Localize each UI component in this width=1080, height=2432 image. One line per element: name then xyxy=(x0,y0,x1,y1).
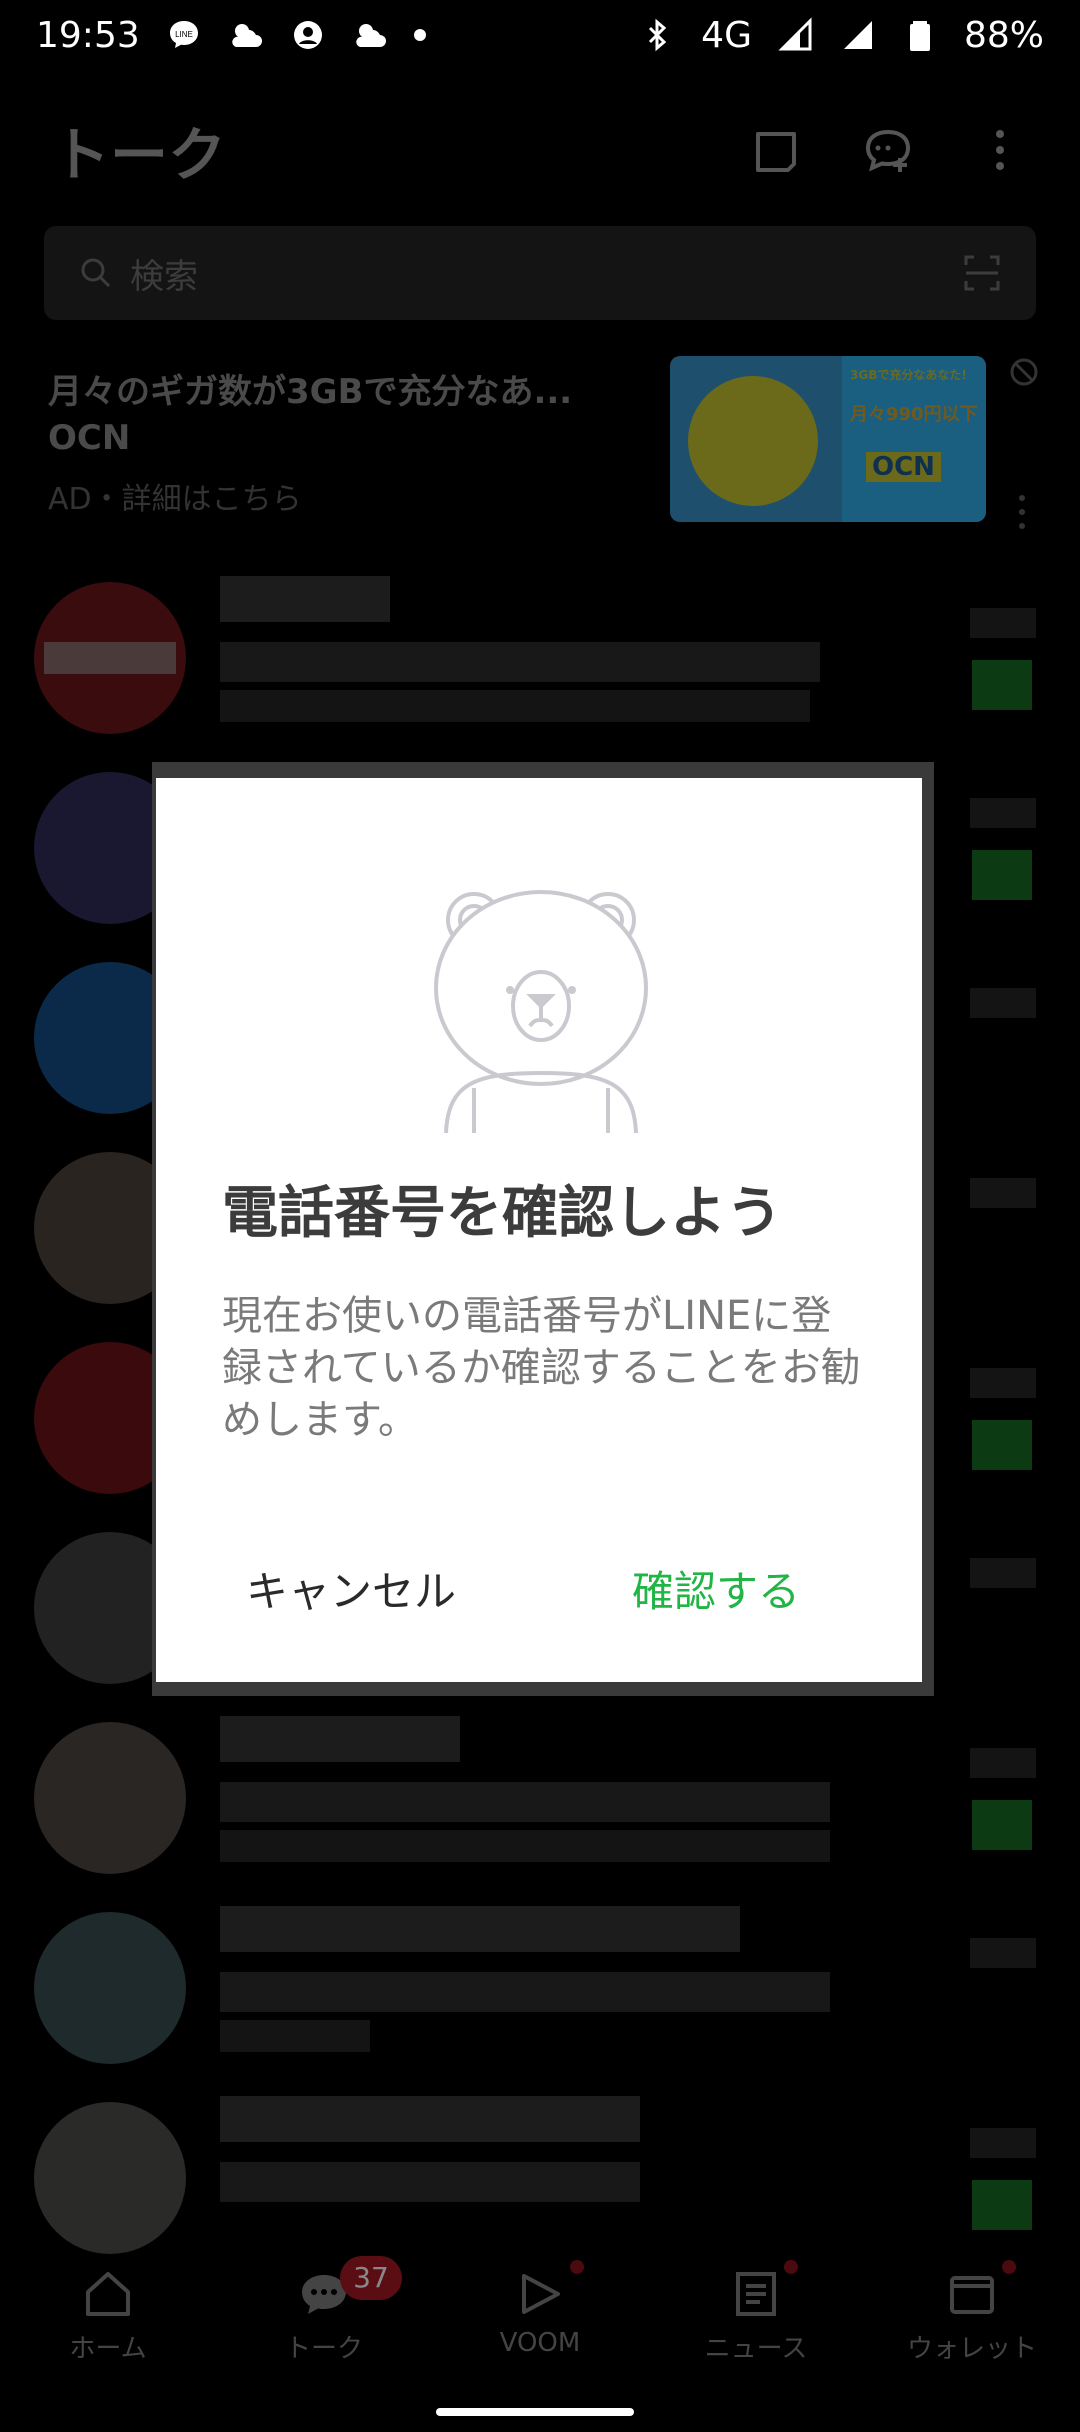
new-chat-icon[interactable] xyxy=(860,122,916,178)
ad-advertiser: OCN xyxy=(48,418,131,458)
unread-badge xyxy=(972,850,1032,900)
bluetooth-icon xyxy=(649,18,667,52)
nav-home-label: ホーム xyxy=(69,2334,147,2364)
dialog-body: 現在お使いの電話番号がLINEに登録されているか確認することをお勧めします。 xyxy=(222,1293,861,1443)
brown-bear-illustration xyxy=(434,890,648,1133)
line-app-icon: LINE xyxy=(169,21,198,48)
nav-wallet-label: ウォレット xyxy=(906,2334,1037,2364)
unread-badge xyxy=(972,2180,1032,2230)
wallet-icon xyxy=(950,2276,994,2314)
chat-time-blurred xyxy=(970,1558,1036,1588)
avatar xyxy=(34,582,186,734)
chat-row[interactable] xyxy=(0,1890,1080,2080)
avatar xyxy=(34,1912,186,2064)
nav-voom-dot xyxy=(570,2260,584,2274)
nav-home[interactable]: ホーム xyxy=(0,2250,216,2380)
battery-level: 88% xyxy=(963,14,1044,56)
unread-count-badge: 37 xyxy=(340,2256,402,2300)
nav-talk[interactable]: トーク 37 xyxy=(216,2250,432,2380)
chat-message-blurred xyxy=(220,1782,830,1822)
unread-badge xyxy=(972,660,1032,710)
header-actions xyxy=(748,122,1028,178)
nav-voom-label: VOOM xyxy=(499,2328,581,2358)
chat-message-blurred xyxy=(220,642,820,682)
weather-cloud-icon xyxy=(232,24,262,47)
nav-news-label: ニュース xyxy=(704,2334,808,2364)
header: トーク xyxy=(0,90,1080,210)
ad-banner-line1: 3GBで充分なあなた! xyxy=(850,368,967,382)
nav-news-dot xyxy=(784,2260,798,2274)
dialog-title: 電話番号を確認しよう xyxy=(222,1181,782,1246)
ad-hide-icon[interactable] xyxy=(1008,356,1040,388)
square-icon[interactable] xyxy=(748,122,804,178)
chat-time-blurred xyxy=(970,988,1036,1018)
chat-message-blurred-2 xyxy=(220,2020,370,2052)
nav-wallet[interactable]: ウォレット xyxy=(864,2250,1080,2380)
chat-name-blurred xyxy=(220,1716,460,1762)
chat-time-blurred xyxy=(970,1748,1036,1778)
home-icon xyxy=(86,2272,130,2316)
status-bar-right: 4G 88% xyxy=(639,15,1044,56)
chat-name-blurred xyxy=(220,1906,740,1952)
chat-time-blurred xyxy=(970,2128,1036,2158)
chat-row[interactable] xyxy=(0,1700,1080,1890)
chat-row[interactable] xyxy=(0,560,1080,750)
more-vert-icon[interactable] xyxy=(972,122,1028,178)
ad-image-circle xyxy=(688,376,818,506)
chat-time-blurred xyxy=(970,1178,1036,1208)
chat-message-blurred-2 xyxy=(220,1830,830,1862)
notification-dot xyxy=(413,29,426,41)
unread-badge xyxy=(972,1800,1032,1850)
phone-verify-dialog: 電話番号を確認しよう 現在お使いの電話番号がLINEに登録されているか確認するこ… xyxy=(156,778,922,1682)
signal-icon xyxy=(778,17,812,51)
nav-news[interactable]: ニュース xyxy=(648,2250,864,2380)
ad-headline: 月々のギガ数が3GBで充分なあ... xyxy=(48,372,573,412)
chat-time-blurred xyxy=(970,1938,1036,1968)
news-icon xyxy=(736,2272,776,2316)
avatar xyxy=(34,1722,186,1874)
svg-text:LINE: LINE xyxy=(175,30,193,39)
ad-banner-price: 月々990円以下 xyxy=(850,404,978,425)
search-bar[interactable]: 検索 xyxy=(44,226,1036,320)
chat-message-blurred xyxy=(220,1972,830,2012)
page-title: トーク xyxy=(52,121,227,189)
chat-name-blurred xyxy=(220,576,390,622)
chat-time-blurred xyxy=(970,608,1036,638)
search-icon xyxy=(81,258,111,288)
battery-icon xyxy=(909,21,930,51)
status-bar-left: 19:53 LINE xyxy=(36,15,426,56)
chat-time-blurred xyxy=(970,798,1036,828)
ad-meta: AD・詳細はこちら xyxy=(48,482,302,517)
nav-voom[interactable]: VOOM xyxy=(432,2250,648,2380)
ad-more-icon[interactable] xyxy=(1012,492,1032,532)
status-time: 19:53 xyxy=(36,14,140,56)
network-type: 4G xyxy=(701,14,752,56)
scan-icon[interactable] xyxy=(962,253,1002,293)
search-input[interactable]: 検索 xyxy=(130,249,962,298)
signal-icon-2 xyxy=(843,21,872,49)
ad-banner[interactable]: 月々のギガ数が3GBで充分なあ... OCN AD・詳細はこちら 3GBで充分な… xyxy=(0,350,1080,540)
avatar xyxy=(34,2102,186,2254)
chat-row[interactable] xyxy=(0,2080,1080,2270)
account-icon xyxy=(293,21,322,49)
chat-message-blurred-2 xyxy=(220,690,810,722)
chat-name-blurred xyxy=(220,2096,640,2142)
weather-cloud-icon-2 xyxy=(356,24,386,47)
bottom-nav: ホーム トーク 37 VOOM ニュース ウォレット xyxy=(0,2250,1080,2380)
ad-image[interactable]: 3GBで充分なあなた! 月々990円以下 OCN xyxy=(670,356,986,522)
cancel-button[interactable]: キャンセル xyxy=(246,1558,456,1619)
confirm-button[interactable]: 確認する xyxy=(632,1558,800,1619)
chat-message-blurred xyxy=(220,2162,640,2202)
home-indicator[interactable] xyxy=(436,2408,634,2416)
ad-banner-brand: OCN xyxy=(866,452,941,482)
status-bar: 19:53 LINE 4G 88% xyxy=(0,0,1080,70)
nav-wallet-dot xyxy=(1002,2260,1016,2274)
nav-talk-label: トーク xyxy=(284,2334,363,2364)
voom-icon xyxy=(522,2274,560,2314)
chat-time-blurred xyxy=(970,1368,1036,1398)
unread-badge xyxy=(972,1420,1032,1470)
